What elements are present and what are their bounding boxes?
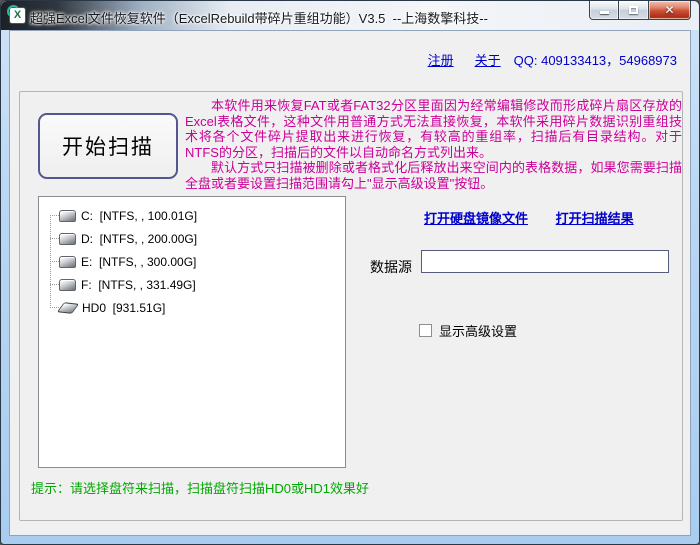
app-window: X 超强Excel文件恢复软件（ExcelRebuild带碎片重组功能）V3.5…	[0, 0, 700, 545]
window-controls: ✕	[589, 1, 691, 20]
close-icon: ✕	[664, 4, 674, 16]
minimize-icon	[600, 11, 609, 14]
datasource-input[interactable]	[421, 250, 669, 273]
tree-item-d[interactable]: D: [NTFS, , 200.00G]	[39, 227, 345, 250]
datasource-label: 数据源	[370, 257, 412, 277]
open-scan-result-link[interactable]: 打开扫描结果	[556, 211, 634, 226]
hint-text: 提示：请选择盘符来扫描，扫描盘符扫描HD0或HD1效果好	[31, 478, 369, 497]
tree-item-f[interactable]: F: [NTFS, , 331.49G]	[39, 273, 345, 296]
tree-item-hd0[interactable]: HD0 [931.51G]	[39, 296, 345, 319]
minimize-button[interactable]	[589, 1, 619, 20]
tree-item-label: C: [NTFS, , 100.01G]	[81, 209, 197, 223]
start-scan-button[interactable]: 开始扫描	[38, 113, 178, 179]
tree-item-e[interactable]: E: [NTFS, , 300.00G]	[39, 250, 345, 273]
action-links: 打开硬盘镜像文件 打开扫描结果	[424, 208, 634, 227]
harddisk-icon	[57, 302, 79, 314]
drive-icon	[59, 279, 76, 291]
software-description: 本软件用来恢复FAT或者FAT32分区里面因为经常编辑修改而形成碎片扇区存放的E…	[185, 98, 682, 191]
about-link[interactable]: 关于	[475, 50, 501, 69]
drive-tree-list[interactable]: C: [NTFS, , 100.01G] D: [NTFS, , 200.00G]…	[38, 196, 346, 468]
qq-contact-text: QQ: 409133413，54968973	[514, 50, 677, 69]
tree-item-label: HD0 [931.51G]	[82, 301, 165, 315]
window-title: 超强Excel文件恢复软件（ExcelRebuild带碎片重组功能）V3.5 -…	[30, 8, 488, 27]
app-icon: X	[9, 7, 26, 24]
register-link[interactable]: 注册	[428, 50, 454, 69]
description-paragraph-1: 本软件用来恢复FAT或者FAT32分区里面因为经常编辑修改而形成碎片扇区存放的E…	[185, 98, 682, 160]
tree-item-c[interactable]: C: [NTFS, , 100.01G]	[39, 204, 345, 227]
open-disk-image-link[interactable]: 打开硬盘镜像文件	[424, 211, 528, 226]
advanced-settings-row[interactable]: 显示高级设置	[419, 321, 517, 340]
drive-icon	[59, 233, 76, 245]
description-paragraph-2: 默认方式只扫描被删除或者格式化后释放出来空间内的表格数据，如果您需要扫描全盘或者…	[185, 160, 682, 191]
maximize-button[interactable]	[619, 1, 648, 20]
header-links: 注册 关于 QQ: 409133413，54968973	[428, 50, 677, 69]
tree-item-label: E: [NTFS, , 300.00G]	[81, 255, 196, 269]
drive-icon	[59, 210, 76, 222]
maximize-icon	[629, 6, 638, 14]
tree-item-label: D: [NTFS, , 200.00G]	[81, 232, 197, 246]
advanced-settings-checkbox[interactable]	[419, 324, 432, 337]
close-button[interactable]: ✕	[648, 1, 691, 20]
tree-item-label: F: [NTFS, , 331.49G]	[81, 278, 196, 292]
advanced-settings-label: 显示高级设置	[439, 321, 517, 340]
drive-icon	[59, 256, 76, 268]
title-bar: X 超强Excel文件恢复软件（ExcelRebuild带碎片重组功能）V3.5…	[1, 1, 699, 30]
